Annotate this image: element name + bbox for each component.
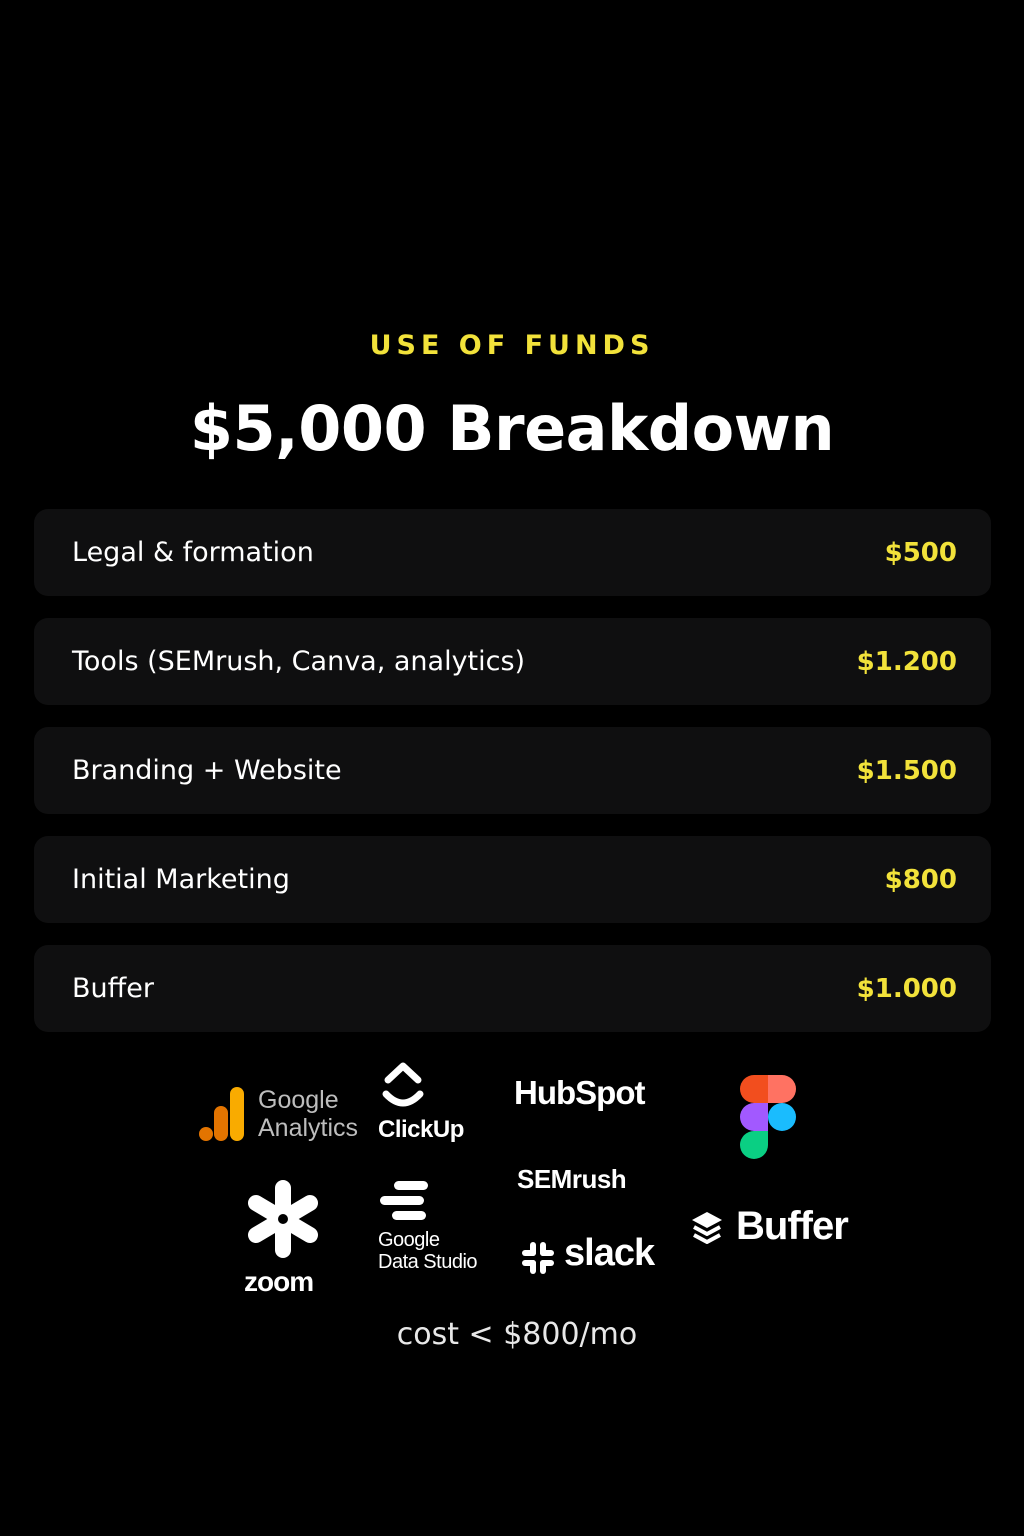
section-eyebrow: USE OF FUNDS	[369, 330, 655, 361]
list-item-legal: Legal & formation $500	[34, 509, 991, 596]
row-label: Branding + Website	[72, 755, 342, 786]
row-amount: $1.200	[856, 646, 957, 677]
list-item-marketing: Initial Marketing $800	[34, 836, 991, 923]
logo-text: Analytics	[258, 1114, 359, 1142]
row-amount: $500	[884, 537, 957, 568]
list-item-tools: Tools (SEMrush, Canva, analytics) $1.200	[34, 618, 991, 705]
row-label: Tools (SEMrush, Canva, analytics)	[72, 646, 526, 677]
buffer-icon	[692, 1212, 722, 1244]
row-amount: $1.500	[856, 755, 957, 786]
google-analytics-icon	[199, 1087, 244, 1141]
logo-text: Google	[258, 1086, 339, 1114]
slack-logo: slack	[564, 1232, 655, 1274]
buffer-logo: Buffer	[736, 1204, 849, 1248]
row-amount: $1.000	[856, 973, 957, 1004]
row-label: Initial Marketing	[72, 864, 290, 895]
monthly-cost-note: cost < $800/mo	[396, 1317, 638, 1352]
semrush-logo: SEMrush	[517, 1164, 627, 1194]
hubspot-logo: HubSpot	[514, 1074, 645, 1111]
google-analytics-logo: Google Analytics	[258, 1086, 358, 1142]
google-data-studio-logo: Google Data Studio	[378, 1229, 478, 1273]
zoom-icon	[248, 1180, 318, 1258]
page-title: $5,000 Breakdown	[189, 392, 835, 465]
clickup-logo: ClickUp	[378, 1116, 464, 1143]
logo-text: Google	[378, 1229, 440, 1251]
list-item-branding: Branding + Website $1.500	[34, 727, 991, 814]
logo-text: Data Studio	[378, 1251, 478, 1273]
row-label: Buffer	[72, 973, 154, 1004]
zoom-logo: zoom	[244, 1266, 314, 1297]
figma-icon	[740, 1075, 796, 1159]
funds-breakdown-list: Legal & formation $500 Tools (SEMrush, C…	[34, 509, 991, 1054]
use-of-funds-page: USE OF FUNDS $5,000 Breakdown Legal & fo…	[0, 0, 1024, 1536]
row-amount: $800	[884, 864, 957, 895]
clickup-icon	[382, 1062, 424, 1107]
slack-icon	[522, 1242, 554, 1274]
row-label: Legal & formation	[72, 537, 314, 568]
list-item-buffer: Buffer $1.000	[34, 945, 991, 1032]
data-studio-icon	[380, 1181, 428, 1220]
